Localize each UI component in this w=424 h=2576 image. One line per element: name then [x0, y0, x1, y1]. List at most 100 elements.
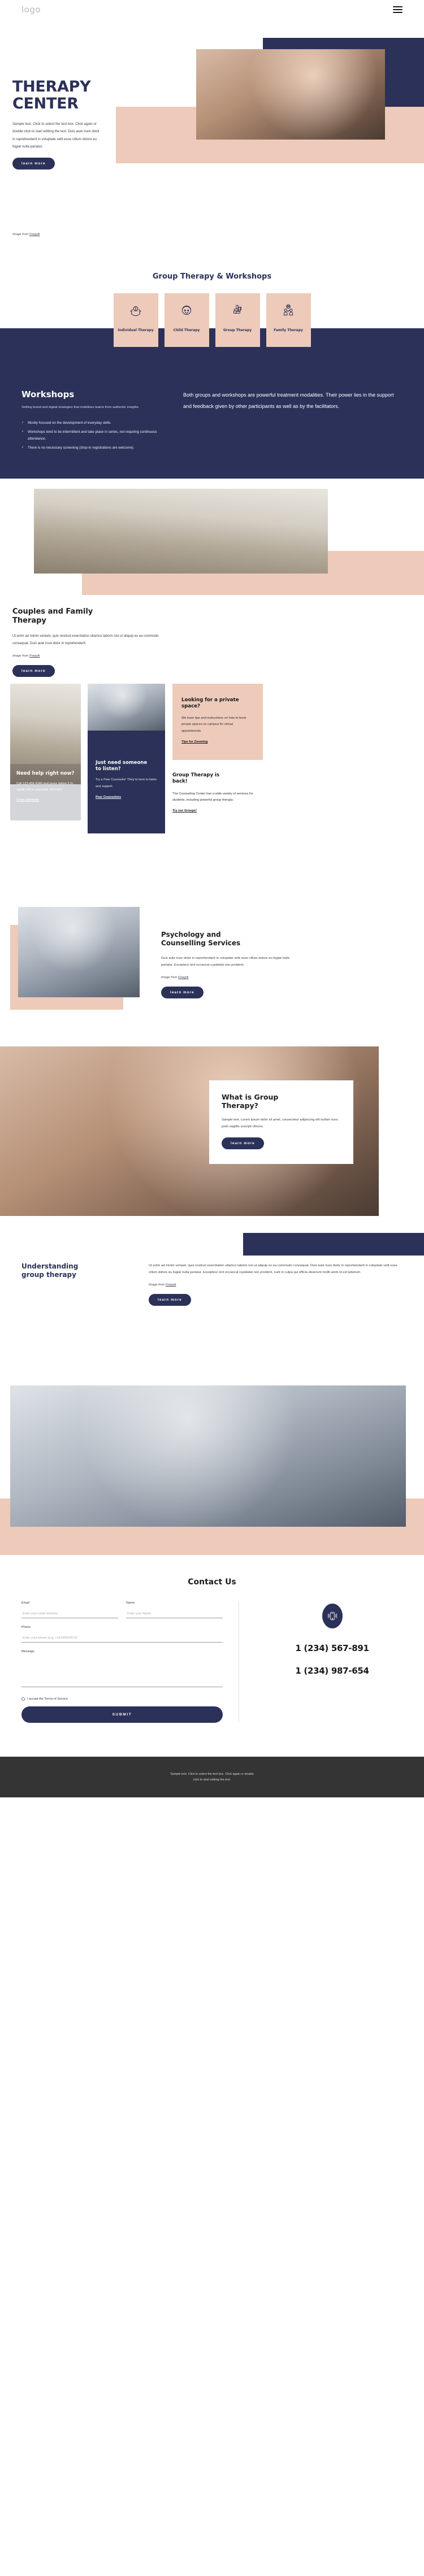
hands-together-icon: [230, 303, 245, 320]
what-is-heading-line-1: What is Group: [222, 1092, 279, 1101]
phone-field-group: Phone: [21, 1626, 223, 1643]
three-column-section: Need help right now? Call 123-456-4340 a…: [0, 679, 424, 897]
phone-field[interactable]: [21, 1634, 223, 1643]
site-footer: Sample text. Click to select the text bo…: [0, 1756, 424, 1798]
list-item: There is no necessary screening (drop-in…: [21, 445, 164, 452]
services-heading: Group Therapy & Workshops: [152, 272, 272, 281]
contact-phone-block: 1 (234) 567-891 1 (234) 987-654: [239, 1601, 403, 1723]
site-header: logo: [0, 0, 424, 19]
tips-for-zooming-link[interactable]: Tips for Zooming: [181, 740, 207, 744]
service-card-label: Child Therapy: [173, 328, 200, 332]
name-field-group: Name: [126, 1601, 223, 1618]
listen-description: Try a Peer Counselor! They’re here to li…: [96, 778, 157, 788]
footer-line-1: Sample text. Click to select the text bo…: [170, 1772, 254, 1776]
services-card-row: Individual Therapy Child Therapy Group T…: [0, 293, 424, 347]
child-face-icon: [179, 303, 194, 320]
right-cards-column: Looking for a private space? We have tip…: [172, 683, 263, 815]
crisis-services-link[interactable]: Crisis Services: [16, 798, 39, 802]
contact-body: Email Name Phone Message: [21, 1601, 403, 1723]
phone-number-2[interactable]: 1 (234) 987-654: [262, 1666, 403, 1676]
psychology-heading: Psychology and Counselling Services: [161, 931, 308, 948]
listen-heading-line-2: to listen?: [96, 766, 121, 772]
contact-section: Contact Us Email Name Phone: [0, 1561, 424, 1757]
what-is-heading: What is Group Therapy?: [222, 1093, 341, 1110]
understanding-right: Ut enim ad minim veniam, quis nostrud ex…: [149, 1262, 403, 1306]
list-item: Mostly focused on the development of eve…: [21, 420, 164, 427]
services-section: Group Therapy & Workshops Individual The…: [0, 262, 424, 367]
listen-card[interactable]: Just need someone to listen? Try a Peer …: [88, 730, 165, 833]
page-root: logo THERAPY CENTER Sample text. Click t…: [0, 0, 424, 1798]
what-is-card: What is Group Therapy? Sample text. Lore…: [209, 1080, 353, 1165]
hands-brain-icon: [128, 303, 143, 320]
couples-heading-line-1: Couples and Family: [12, 607, 93, 616]
email-field-group: Email: [21, 1601, 118, 1618]
contact-form: Email Name Phone Message: [21, 1601, 239, 1723]
listen-heading: Just need someone to listen?: [96, 760, 157, 772]
service-card-family-therapy[interactable]: Family Therapy: [266, 293, 311, 347]
group-back-heading: Group Therapy is back!: [172, 772, 254, 785]
hero-learn-more-button[interactable]: learn more: [12, 157, 55, 170]
phone-number-1[interactable]: 1 (234) 567-891: [262, 1643, 403, 1653]
what-is-description: Sample text. Lorem ipsum dolor sit amet,…: [222, 1118, 339, 1128]
service-card-label: Family Therapy: [274, 328, 303, 332]
message-label: Message: [21, 1649, 34, 1653]
hero-title-line-2: CENTER: [12, 95, 79, 113]
understanding-learn-more-button[interactable]: learn more: [149, 1293, 191, 1306]
group-back-card[interactable]: Group Therapy is back! The Counseling Ce…: [172, 760, 263, 814]
credit-link-freepik[interactable]: Freepik: [166, 1283, 176, 1287]
private-space-card[interactable]: Looking for a private space? We have tip…: [172, 683, 263, 761]
workshops-section: Workshops Setting brand and digital stra…: [0, 367, 424, 479]
service-card-label: Group Therapy: [223, 328, 252, 332]
hamburger-menu-icon[interactable]: [393, 6, 403, 13]
email-field[interactable]: [21, 1609, 118, 1618]
understanding-image-credit: Image from Freepik: [149, 1283, 403, 1287]
understanding-heading-line-2: group therapy: [21, 1271, 76, 1279]
psychology-section: Psychology and Counselling Services Duis…: [0, 897, 424, 1046]
terms-label[interactable]: I accept the Terms of Service: [27, 1697, 68, 1701]
peer-counselor-column: Just need someone to listen? Try a Peer …: [88, 683, 165, 833]
service-card-individual-therapy[interactable]: Individual Therapy: [113, 293, 158, 347]
group-back-description: The Counseling Center has a wide variety…: [172, 792, 253, 802]
name-label: Name: [126, 1601, 135, 1605]
hero-description: Sample text. Click to select the text bo…: [12, 122, 100, 149]
submit-button[interactable]: SUBMIT: [21, 1706, 223, 1723]
understanding-heading: Understanding group therapy: [21, 1262, 132, 1280]
credit-link-freepik[interactable]: Freepik: [29, 654, 40, 658]
phone-label: Phone: [21, 1625, 31, 1629]
service-card-child-therapy[interactable]: Child Therapy: [164, 293, 209, 347]
psychology-description: Duis aute irure dolor in reprehenderit i…: [161, 956, 289, 967]
logo[interactable]: logo: [21, 5, 41, 15]
credit-prefix: Image from: [149, 1283, 166, 1287]
credit-link-freepik[interactable]: Freepik: [178, 976, 189, 979]
couples-learn-more-button[interactable]: learn more: [12, 665, 55, 677]
big-photo-section: [0, 1385, 424, 1561]
name-field[interactable]: [126, 1609, 223, 1618]
couples-description: Ut enim ad minim veniam, quis nostrud ex…: [12, 635, 159, 645]
terms-checkbox[interactable]: [21, 1697, 25, 1701]
psychology-learn-more-button[interactable]: learn more: [161, 987, 204, 999]
credit-prefix: Image from: [12, 654, 29, 658]
page-title: THERAPY CENTER: [12, 78, 171, 113]
group-back-heading-line-2: back!: [172, 779, 188, 785]
understanding-section: Understanding group therapy Ut enim ad m…: [0, 1232, 424, 1385]
crisis-heading: Need help right now?: [16, 770, 75, 776]
understanding-heading-line-1: Understanding: [21, 1262, 79, 1270]
couples-heading-line-2: Therapy: [12, 616, 46, 625]
crisis-card[interactable]: Need help right now? Call 123-456-4340 a…: [10, 763, 81, 820]
private-heading-line-2: space?: [181, 703, 200, 709]
peer-counselors-link[interactable]: Peer Counselors: [96, 796, 121, 799]
psychology-heading-line-2: Counselling Services: [161, 939, 241, 948]
workshops-subtitle: Setting brand and digital strategies tha…: [21, 406, 140, 409]
hero-title-line-1: THERAPY: [12, 78, 91, 95]
listen-heading-line-1: Just need someone: [96, 759, 148, 766]
credit-link-freepik[interactable]: Freepik: [29, 233, 40, 236]
waiting-room-photo: [88, 683, 165, 731]
try-our-groups-link[interactable]: Try our Groups!: [172, 809, 197, 813]
message-field[interactable]: [21, 1655, 223, 1687]
workshops-left-column: Workshops Setting brand and digital stra…: [21, 389, 164, 454]
list-item: Workshops tend to be intermittent and ta…: [21, 429, 164, 443]
mobile-ringing-icon: [322, 1603, 343, 1628]
service-card-group-therapy[interactable]: Group Therapy: [215, 293, 260, 347]
footer-line-2: click to start editing the text.: [193, 1778, 231, 1782]
what-is-learn-more-button[interactable]: learn more: [222, 1137, 264, 1150]
